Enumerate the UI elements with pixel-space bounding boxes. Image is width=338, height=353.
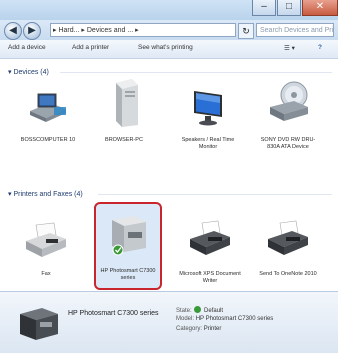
state-value: Default [204,308,224,314]
printers-group-header[interactable]: ▾ Printers and Faxes (4) [8,190,83,198]
printer-icon [190,220,230,255]
group-divider [60,72,332,73]
help-icon[interactable]: ? [318,44,322,51]
monitor-icon [194,91,222,126]
forward-button[interactable]: ▶ [23,22,41,40]
close-button[interactable]: ✕ [302,0,338,16]
model-value: HP Photosmart C7300 series [195,316,274,322]
command-bar: Add a device Add a printer See what's pr… [0,40,338,59]
default-status-icon [194,306,202,313]
caption-buttons: – □ ✕ [251,0,338,17]
device-tile-monitor[interactable]: Speakers / Real Time Monitor [176,85,240,151]
printer-label: Send To OneNote 2010 [259,271,317,277]
printer-tile-fax[interactable]: Fax [14,219,78,278]
device-label: BOSSCOMPUTER 10 [20,137,76,143]
state-label: State: [176,308,192,314]
address-bar: ◀ ▶ ▸ Hard... ▸ Devices and ... ▸ ↻ Sear… [0,20,338,40]
title-bar: – □ ✕ [0,0,338,20]
refresh-button[interactable]: ↻ [238,23,254,39]
state-row: State: Default [176,306,223,314]
add-device-button[interactable]: Add a device [8,44,46,51]
selected-device-name: HP Photosmart C7300 series [68,310,159,317]
see-printing-button[interactable]: See what's printing [138,44,193,51]
device-list: ▾ Devices (4) BOSSCOMPUTER 10 BROWSER-PC… [0,59,338,291]
group-divider [98,194,332,195]
optical-drive-icon [270,81,308,121]
printer-tile-xps[interactable]: Microsoft XPS Document Writer [178,219,242,285]
minimize-button[interactable]: – [252,0,276,16]
back-button[interactable]: ◀ [4,22,22,40]
printer-label: HP Photosmart C7300 series [100,268,156,281]
details-pane: HP Photosmart C7300 series State: Defaul… [0,291,338,353]
printer-label: Fax [41,271,51,277]
search-input[interactable]: Search Devices and Printers [256,23,334,37]
device-label: BROWSER-PC [105,137,143,143]
add-printer-button[interactable]: Add a printer [72,44,109,51]
printer-icon [112,216,146,256]
devices-group-header[interactable]: ▾ Devices (4) [8,68,49,76]
device-tile-pc[interactable]: BROWSER-PC [92,77,156,144]
device-label: Speakers / Real Time Monitor [181,137,235,150]
printer-icon [268,220,308,255]
maximize-button[interactable]: □ [277,0,301,16]
printer-tile-onenote[interactable]: Send To OneNote 2010 [256,219,320,278]
printer-label: Microsoft XPS Document Writer [179,271,241,284]
model-label: Model: [176,316,195,322]
device-tile-computer[interactable]: BOSSCOMPUTER 10 [16,85,80,144]
address-field[interactable]: ▸ Hard... ▸ Devices and ... ▸ [50,23,236,37]
category-row: Category: Printer [176,326,221,332]
category-label: Category: [176,326,203,332]
computer-icon [30,93,66,122]
printer-icon [20,308,58,340]
view-options-button[interactable]: ☰ ▾ [284,44,295,52]
category-value: Printer [203,326,222,332]
fax-icon [26,222,66,257]
pc-tower-icon [116,79,138,127]
model-row: Model: HP Photosmart C7300 series [176,316,273,322]
device-label: SONY DVD RW DRU-830A ATA Device [260,137,316,150]
device-tile-optical-drive[interactable]: SONY DVD RW DRU-830A ATA Device [256,77,320,151]
printer-tile-hp-photosmart[interactable]: HP Photosmart C7300 series [94,202,162,290]
devices-and-printers-window: – □ ✕ ◀ ▶ ▸ Hard... ▸ Devices and ... ▸ … [0,0,338,353]
